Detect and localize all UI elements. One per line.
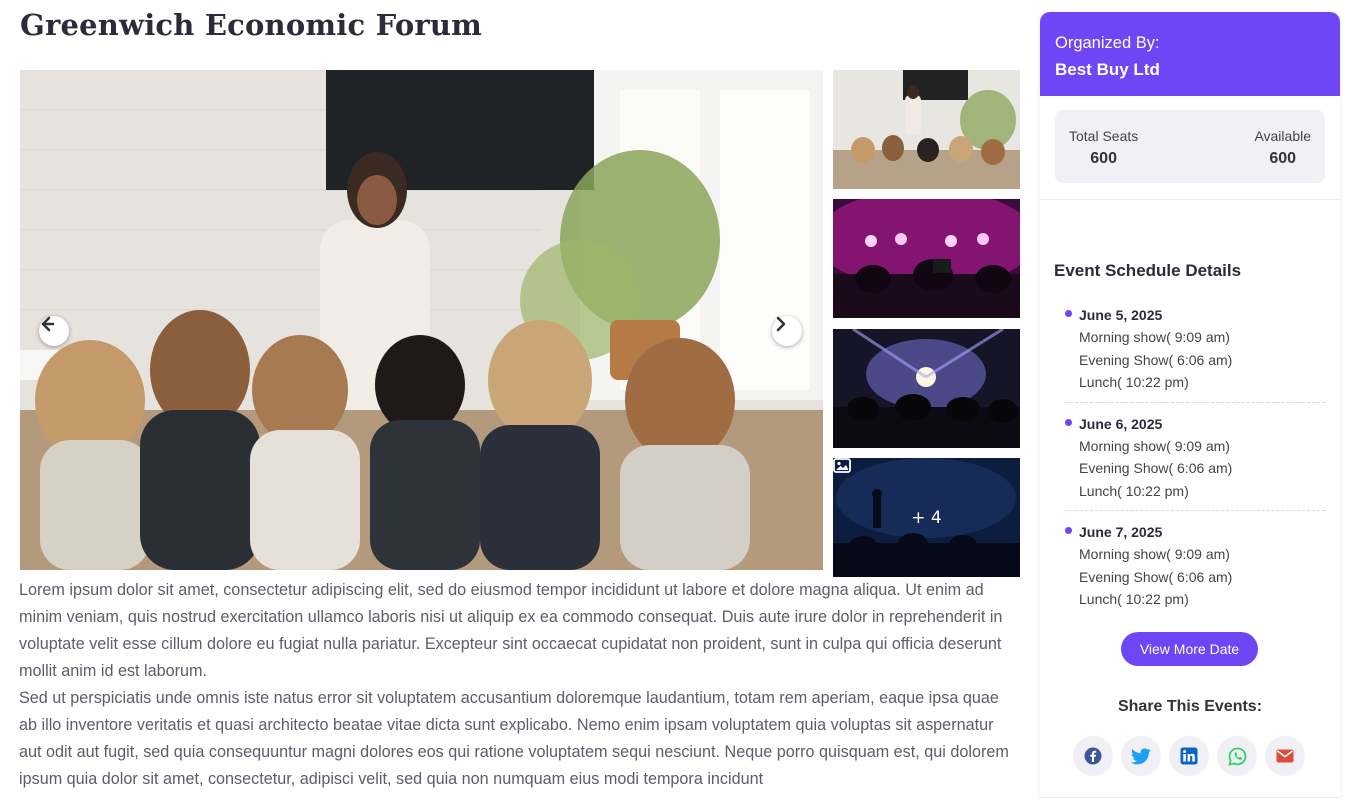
twitter-icon xyxy=(1131,747,1151,764)
concert-crowd-pink-lights-thumbnail xyxy=(833,199,1020,318)
schedule-time: Morning show( 9:09 am) xyxy=(1079,437,1230,454)
schedule-item: June 7, 2025 Morning show( 9:09 am) Even… xyxy=(1065,521,1325,619)
schedule-time: Lunch( 10:22 pm) xyxy=(1079,482,1189,499)
concert-stage-lights-thumbnail xyxy=(833,329,1020,448)
gallery-prev-button[interactable] xyxy=(39,316,69,346)
gallery-thumbnail-more[interactable]: + 4 xyxy=(833,458,1020,577)
total-seats-value: 600 xyxy=(1090,150,1117,167)
schedule-time: Morning show( 9:09 am) xyxy=(1079,546,1230,562)
facebook-icon xyxy=(1084,747,1102,765)
share-facebook-button[interactable] xyxy=(1073,736,1113,776)
more-photos-overlay[interactable]: + 4 xyxy=(833,458,1020,577)
organizer-header: Organized By: Best Buy Ltd xyxy=(1040,12,1340,96)
schedule-time: Evening Show( 6:06 am) xyxy=(1079,568,1233,585)
gallery-next-button[interactable] xyxy=(772,316,802,346)
share-title: Share This Events: xyxy=(1117,698,1263,715)
schedule-date: June 5, 2025 xyxy=(1079,307,1163,323)
seats-summary: Total Seats 600 Available 600 xyxy=(1055,110,1325,183)
organizer-label: Organized By: xyxy=(1055,34,1160,52)
share-linkedin-button[interactable] xyxy=(1169,736,1209,776)
available-seats-value: 600 xyxy=(1269,150,1297,167)
gallery-thumbnail[interactable] xyxy=(833,70,1020,189)
more-photos-count: + 4 xyxy=(911,507,942,528)
divider xyxy=(1040,797,1340,798)
bullet-dot xyxy=(1065,527,1072,534)
total-seats-label: Total Seats xyxy=(1069,128,1139,144)
event-sidebar: Organized By: Best Buy Ltd Total Seats 6… xyxy=(1040,12,1340,800)
whatsapp-icon xyxy=(1227,747,1246,766)
linkedin-icon xyxy=(1180,747,1198,765)
event-title: Greenwich Economic Forum xyxy=(20,8,483,42)
schedule-time: Lunch( 10:22 pm) xyxy=(1079,374,1189,390)
gallery-thumbnail[interactable] xyxy=(833,329,1020,448)
available-seats: Available 600 xyxy=(1254,127,1311,168)
share-whatsapp-button[interactable] xyxy=(1217,736,1257,776)
share-twitter-button[interactable] xyxy=(1121,736,1161,776)
arrow-left-icon xyxy=(41,316,55,332)
divider xyxy=(1040,199,1340,200)
description-paragraph: Lorem ipsum dolor sit amet, consectetur … xyxy=(19,581,1003,680)
schedule-time: Evening Show( 6:06 am) xyxy=(1079,351,1233,368)
images-icon xyxy=(833,458,851,473)
bullet-dot xyxy=(1065,418,1072,426)
available-seats-label: Available xyxy=(1254,128,1311,144)
main-gallery-image[interactable] xyxy=(20,70,823,570)
conference-presentation-illustration xyxy=(20,70,823,570)
schedule-time: Morning show( 9:09 am) xyxy=(1079,329,1230,345)
schedule-date: June 6, 2025 xyxy=(1079,415,1163,432)
gallery-thumbnail[interactable] xyxy=(833,199,1020,318)
description-paragraph: Sed ut perspiciatis unde omnis iste natu… xyxy=(19,689,1009,788)
email-icon xyxy=(1276,749,1294,763)
event-description: Lorem ipsum dolor sit amet, consectetur … xyxy=(19,577,1019,793)
share-email-button[interactable] xyxy=(1265,736,1305,776)
arrow-right-icon xyxy=(776,316,786,332)
schedule-title: Event Schedule Details xyxy=(1054,261,1242,280)
bullet-dot xyxy=(1065,310,1072,317)
schedule-list: June 5, 2025 Morning show( 9:09 am) Even… xyxy=(1065,304,1325,629)
schedule-time: Lunch( 10:22 pm) xyxy=(1079,591,1189,607)
conference-seminar-thumbnail xyxy=(833,70,1020,189)
schedule-date: June 7, 2025 xyxy=(1079,524,1163,540)
schedule-item: June 6, 2025 Morning show( 9:09 am) Even… xyxy=(1065,413,1325,511)
total-seats: Total Seats 600 xyxy=(1069,127,1138,168)
schedule-item: June 5, 2025 Morning show( 9:09 am) Even… xyxy=(1065,304,1325,403)
view-more-dates-button[interactable]: View More Date xyxy=(1121,632,1258,666)
schedule-time: Evening Show( 6:06 am) xyxy=(1079,460,1233,476)
share-buttons xyxy=(1073,736,1305,776)
organizer-name[interactable]: Best Buy Ltd xyxy=(1055,56,1325,84)
